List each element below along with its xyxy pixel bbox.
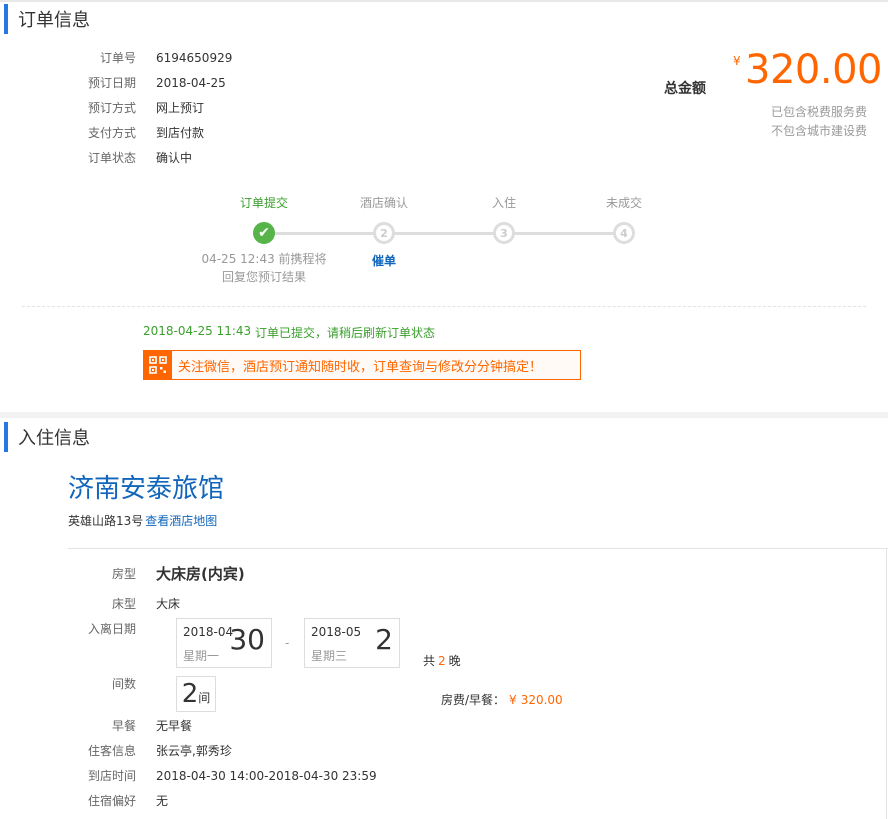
total-amount: 320.00 — [745, 47, 882, 93]
stay-info-panel: 入住信息 济南安泰旅馆 英雄山路13号 查看酒店地图 房型 大床房(内宾) 床型 … — [0, 418, 888, 819]
room-type-value: 大床房(内宾) — [156, 565, 245, 583]
checkin-date-box: 2018-04 星期一 30 — [176, 618, 272, 668]
rooms-count: 2 — [181, 679, 199, 709]
step-no-deal-label: 未成交 — [605, 196, 643, 210]
stay-preference-label: 住宿偏好 — [88, 794, 137, 808]
wechat-banner-text: 关注微信，酒店预订通知随时收，订单查询与修改分分钟搞定！ — [178, 359, 543, 375]
room-fee-amount: 320.00 — [520, 693, 563, 707]
progress-line — [264, 232, 384, 235]
stay-dates-row: 入离日期 — [88, 621, 156, 637]
room-type-row: 房型 大床房(内宾) — [88, 566, 245, 582]
wechat-banner[interactable]: 关注微信，酒店预订通知随时收，订单查询与修改分分钟搞定！ — [143, 350, 581, 380]
guests-value: 张云亭,郭秀珍 — [156, 744, 232, 758]
order-section-header: 订单信息 — [4, 2, 90, 36]
progress-line — [384, 232, 504, 235]
stay-preference-row: 住宿偏好 无 — [88, 793, 168, 809]
booking-method-label: 预订方式 — [88, 101, 137, 115]
checkout-date-box: 2018-05 星期三 2 — [304, 618, 400, 668]
progress-line — [504, 232, 624, 235]
guests-label: 住客信息 — [88, 744, 137, 758]
bed-type-value: 大床 — [156, 597, 181, 611]
booking-date-label: 预订日期 — [88, 76, 137, 90]
room-fee-label: 房费/早餐： — [441, 693, 506, 707]
nights-count: 共2晚 — [423, 652, 461, 669]
order-number-row: 订单号 6194650929 — [88, 50, 232, 66]
arrival-time-value: 2018-04-30 14:00-2018-04-30 23:59 — [156, 769, 377, 783]
step-hotel-confirm-label: 酒店确认 — [359, 196, 409, 210]
step-checkin-label: 入住 — [491, 196, 517, 210]
section-accent-bar — [4, 4, 8, 34]
hotel-address: 英雄山路13号 — [68, 514, 144, 528]
total-currency: ¥ — [733, 54, 741, 68]
room-fee-currency: ¥ — [509, 693, 517, 707]
step-3-circle: 3 — [493, 222, 515, 244]
booking-date-value: 2018-04-25 — [156, 76, 226, 90]
booking-method-row: 预订方式 网上预订 — [88, 100, 204, 116]
stay-preference-value: 无 — [156, 794, 169, 808]
payment-method-label: 支付方式 — [88, 126, 137, 140]
stay-divider — [68, 548, 888, 549]
rooms-label: 间数 — [111, 677, 136, 691]
stay-divider-vertical — [886, 548, 887, 819]
qr-code-icon — [144, 351, 172, 379]
booking-date-row: 预订日期 2018-04-25 — [88, 75, 226, 91]
nights-suffix: 晚 — [448, 654, 461, 668]
hotel-name[interactable]: 济南安泰旅馆 — [68, 468, 224, 505]
order-section-title: 订单信息 — [18, 10, 90, 31]
checkin-weekday: 星期一 — [183, 649, 220, 663]
breakfast-row: 早餐 无早餐 — [88, 718, 192, 734]
payment-method-row: 支付方式 到店付款 — [88, 125, 204, 141]
breakfast-label: 早餐 — [111, 719, 136, 733]
payment-method-value: 到店付款 — [156, 126, 205, 140]
check-icon: ✔ — [253, 222, 275, 244]
checkout-year-month: 2018-05 — [311, 625, 362, 639]
step-note-line-1: 04-25 12:43 前携程将 — [201, 252, 327, 266]
checkout-weekday: 星期三 — [311, 649, 348, 663]
order-log-time: 2018-04-25 11:43 — [143, 324, 252, 338]
order-progress: 订单提交 酒店确认 入住 未成交 ✔ 2 3 4 04-25 12:43 前携程… — [0, 190, 888, 290]
breakfast-value: 无早餐 — [156, 719, 193, 733]
rooms-count-box: 2间 — [176, 676, 216, 712]
arrival-time-label: 到店时间 — [88, 769, 137, 783]
order-status-label: 订单状态 — [88, 151, 137, 165]
order-number-label: 订单号 — [99, 51, 136, 65]
nights-prefix: 共 — [423, 654, 436, 668]
rooms-unit: 间 — [198, 691, 211, 705]
rooms-row: 间数 — [88, 676, 156, 692]
tax-included-note: 已包含税费服务费 — [770, 105, 867, 119]
dashed-divider — [22, 306, 866, 307]
urge-order-link[interactable]: 催单 — [372, 252, 396, 269]
date-range-separator: - — [285, 636, 290, 650]
stay-dates-label: 入离日期 — [88, 622, 137, 636]
stay-section-header: 入住信息 — [4, 420, 90, 454]
bed-type-row: 床型 大床 — [88, 596, 180, 612]
booking-method-value: 网上预订 — [156, 101, 205, 115]
step-2-circle: 2 — [373, 222, 395, 244]
guests-row: 住客信息 张云亭,郭秀珍 — [88, 743, 232, 759]
order-log-message: 订单已提交，请稍后刷新订单状态 — [255, 326, 436, 340]
room-fee: 房费/早餐： ¥320.00 — [441, 691, 563, 708]
order-info-panel: 订单信息 订单号 6194650929 预订日期 2018-04-25 预订方式… — [0, 0, 888, 412]
city-fee-note: 不包含城市建设费 — [770, 124, 867, 138]
step-4-circle: 4 — [613, 222, 635, 244]
arrival-time-row: 到店时间 2018-04-30 14:00-2018-04-30 23:59 — [88, 768, 377, 784]
stay-section-title: 入住信息 — [18, 428, 90, 449]
nights-value: 2 — [438, 654, 446, 668]
order-status-value: 确认中 — [156, 151, 193, 165]
step-submitted-note: 04-25 12:43 前携程将 回复您预订结果 — [201, 250, 326, 286]
step-submitted-label: 订单提交 — [239, 196, 289, 210]
checkin-day: 30 — [229, 623, 265, 656]
checkout-day: 2 — [375, 623, 393, 656]
hotel-address-row: 英雄山路13号 查看酒店地图 — [68, 512, 217, 529]
room-type-label: 房型 — [111, 567, 136, 581]
total-amount-label: 总金额 — [664, 81, 706, 97]
order-number-value: 6194650929 — [156, 51, 233, 65]
step-note-line-2: 回复您预订结果 — [221, 270, 306, 284]
order-status-row: 订单状态 确认中 — [88, 150, 192, 166]
bed-type-label: 床型 — [111, 597, 136, 611]
hotel-map-link[interactable]: 查看酒店地图 — [145, 514, 217, 528]
section-accent-bar — [4, 422, 8, 452]
checkin-year-month: 2018-04 — [183, 625, 234, 639]
